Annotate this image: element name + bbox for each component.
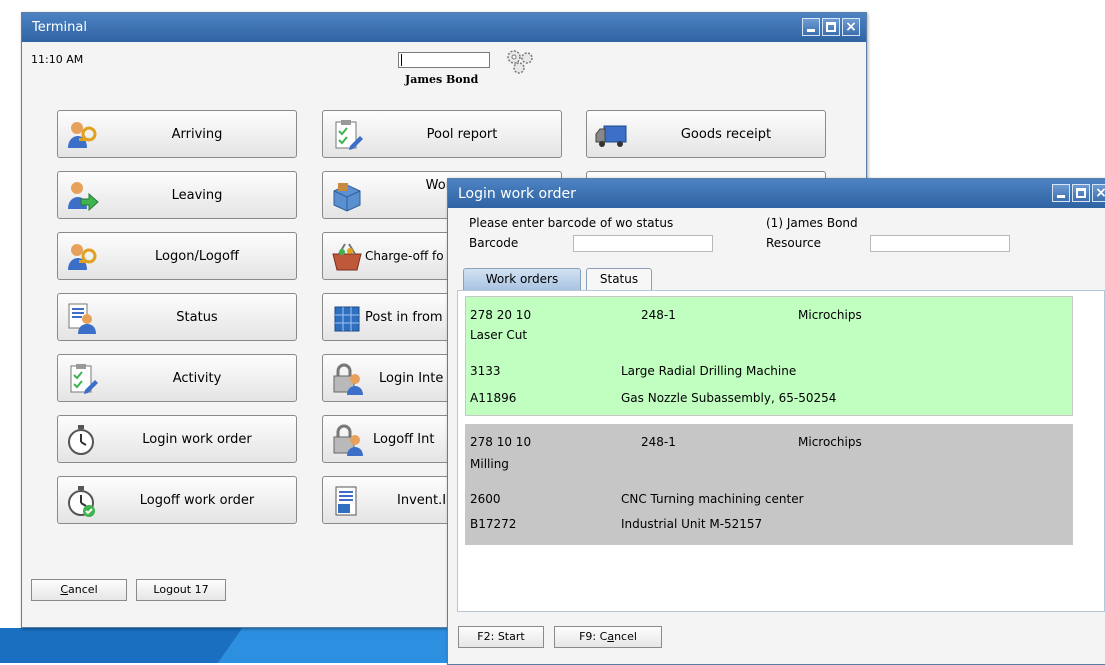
cancel-label-rest: ncel bbox=[614, 630, 637, 643]
start-button[interactable]: F2: Start bbox=[458, 626, 544, 648]
order-number: 278 10 10 bbox=[470, 435, 532, 449]
barcode-field[interactable] bbox=[573, 235, 713, 252]
order-product: Microchips bbox=[798, 435, 862, 449]
user-name: James Bond bbox=[405, 73, 479, 86]
cancel-label: ancel bbox=[68, 583, 98, 596]
logon-logoff-label: Logon/Logoff bbox=[155, 249, 239, 264]
logout-button[interactable]: Logout 17 bbox=[136, 579, 226, 601]
order-operation: Laser Cut bbox=[470, 328, 528, 342]
clock: 11:10 AM bbox=[31, 53, 84, 66]
cancel-underline: C bbox=[60, 583, 69, 596]
pool-report-button[interactable]: Pool report bbox=[322, 110, 562, 158]
person-arrow-icon bbox=[68, 182, 99, 212]
resource-label: Resource bbox=[766, 236, 822, 250]
logoff-work-order-label: Logoff work order bbox=[139, 493, 255, 508]
status-label: Status bbox=[176, 310, 218, 325]
cancel-button[interactable]: Cancel bbox=[31, 579, 127, 601]
goods-receipt-button[interactable]: Goods receipt bbox=[586, 110, 826, 158]
gears-icon bbox=[507, 50, 533, 74]
status-button[interactable]: Status bbox=[57, 293, 297, 341]
arriving-button[interactable]: Arriving bbox=[57, 110, 297, 158]
inventory-document-icon bbox=[335, 486, 357, 516]
machine-name: CNC Turning machining center bbox=[621, 492, 804, 506]
person-document-icon bbox=[68, 303, 96, 334]
order-operation: Milling bbox=[470, 457, 509, 471]
pool-report-label: Pool report bbox=[426, 127, 498, 142]
padlock-person-icon bbox=[333, 424, 363, 456]
cube-icon bbox=[334, 306, 360, 332]
close-button[interactable]: × bbox=[1092, 184, 1105, 202]
logout-label: Logout 17 bbox=[153, 583, 209, 596]
work-order-card[interactable]: 278 20 10 248-1 Microchips Laser Cut 313… bbox=[465, 296, 1073, 416]
minimize-button[interactable] bbox=[1052, 184, 1070, 202]
logon-logoff-button[interactable]: Logon/Logoff bbox=[57, 232, 297, 280]
start-label: F2: Start bbox=[477, 630, 525, 643]
leaving-button[interactable]: Leaving bbox=[57, 171, 297, 219]
goods-receipt-label: Goods receipt bbox=[680, 127, 772, 142]
login-work-order-button[interactable]: Login work order bbox=[57, 415, 297, 463]
tab-status[interactable]: Status bbox=[586, 268, 652, 290]
cancel-label-prefix: F9: C bbox=[579, 630, 608, 643]
tab-work-orders[interactable]: Work orders bbox=[463, 268, 581, 290]
order-code: 248-1 bbox=[641, 308, 676, 322]
stopwatch-icon bbox=[68, 425, 94, 455]
close-button[interactable]: × bbox=[842, 18, 860, 36]
basket-icon bbox=[332, 243, 362, 271]
arriving-label: Arriving bbox=[171, 127, 223, 142]
item-number: B17272 bbox=[470, 517, 517, 531]
login-work-order-label: Login work order bbox=[142, 432, 252, 447]
leaving-label: Leaving bbox=[171, 188, 223, 203]
item-name: Industrial Unit M-52157 bbox=[621, 517, 763, 531]
item-name: Gas Nozzle Subassembly, 65-50254 bbox=[621, 391, 837, 405]
work-order-card[interactable]: 278 10 10 248-1 Microchips Milling 2600 … bbox=[465, 424, 1073, 545]
activity-button[interactable]: Activity bbox=[57, 354, 297, 402]
machine-number: 3133 bbox=[470, 364, 501, 378]
resource-field[interactable] bbox=[870, 235, 1010, 252]
terminal-barcode-input[interactable] bbox=[398, 52, 490, 68]
terminal-titlebar: Terminal × bbox=[22, 13, 866, 42]
barcode-prompt: Please enter barcode of wo status bbox=[469, 216, 674, 230]
maximize-button[interactable] bbox=[1072, 184, 1090, 202]
desktop-background-stripe bbox=[0, 628, 460, 663]
machine-number: 2600 bbox=[470, 492, 501, 506]
maximize-button[interactable] bbox=[822, 18, 840, 36]
machine-name: Large Radial Drilling Machine bbox=[621, 364, 797, 378]
item-number: A11896 bbox=[470, 391, 517, 405]
order-product: Microchips bbox=[798, 308, 862, 322]
order-code: 248-1 bbox=[641, 435, 676, 449]
activity-label: Activity bbox=[172, 371, 222, 386]
login-work-order-title: Login work order bbox=[458, 186, 576, 202]
clipboard-check-icon bbox=[70, 364, 98, 394]
truck-icon bbox=[595, 125, 627, 147]
terminal-title: Terminal bbox=[32, 20, 87, 35]
logoff-work-order-button[interactable]: Logoff work order bbox=[57, 476, 297, 524]
cancel-button[interactable]: F9: Cancel bbox=[554, 626, 662, 648]
stopwatch-check-icon bbox=[68, 486, 95, 517]
order-number: 278 20 10 bbox=[470, 308, 532, 322]
minimize-button[interactable] bbox=[802, 18, 820, 36]
clipboard-check-icon bbox=[335, 120, 363, 150]
barcode-label: Barcode bbox=[469, 236, 519, 250]
box-icon bbox=[333, 183, 361, 212]
key-person-icon bbox=[68, 122, 97, 148]
resource-user: (1) James Bond bbox=[766, 216, 858, 230]
login-work-order-titlebar: Login work order × bbox=[448, 179, 1105, 208]
padlock-person-icon bbox=[333, 363, 363, 395]
key-person-icon bbox=[68, 244, 97, 270]
